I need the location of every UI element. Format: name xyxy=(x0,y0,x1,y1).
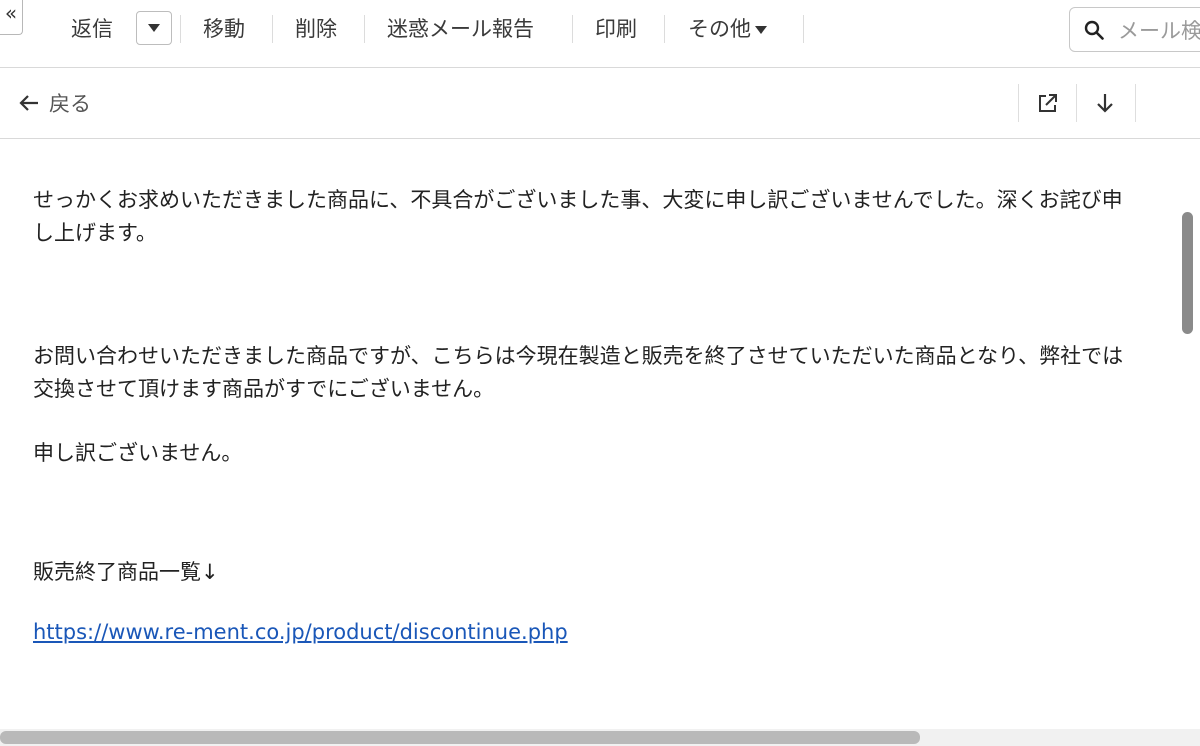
discontinued-list-heading: 販売終了商品一覧↓ xyxy=(33,560,219,584)
report-spam-button[interactable]: 迷惑メール報告 xyxy=(387,12,534,46)
toolbar-divider xyxy=(272,15,273,43)
toolbar-divider xyxy=(664,15,665,43)
subbar-divider xyxy=(1018,84,1019,122)
toolbar-divider xyxy=(572,15,573,43)
discontinued-products-link[interactable]: https://www.re-ment.co.jp/product/discon… xyxy=(33,620,568,644)
toolbar-divider xyxy=(803,15,804,43)
collapse-sidebar-button[interactable]: « xyxy=(0,0,23,35)
next-message-button[interactable] xyxy=(1090,88,1120,118)
horizontal-scrollbar-thumb[interactable] xyxy=(0,731,920,744)
external-link-icon xyxy=(1039,94,1057,112)
back-button[interactable]: 戻る xyxy=(18,86,91,120)
message-paragraph: 申し訳ございません。 xyxy=(33,441,243,465)
message-paragraph: せっかくお求めいただきました商品に、不具合がございました事、大変に申し訳ございま… xyxy=(33,188,1123,245)
delete-button[interactable]: 削除 xyxy=(295,12,337,46)
reply-options-dropdown[interactable] xyxy=(136,11,172,45)
reply-button[interactable]: 返信 xyxy=(71,12,113,46)
mail-search-box[interactable] xyxy=(1069,7,1200,52)
message-paragraph: お問い合わせいただきました商品ですが、こちらは今現在製造と販売を終了させていただ… xyxy=(33,344,1124,401)
arrow-left-icon xyxy=(19,95,38,111)
vertical-scrollbar-thumb[interactable] xyxy=(1182,212,1193,334)
back-label: 戻る xyxy=(49,92,91,116)
search-icon xyxy=(1084,20,1104,40)
subbar-divider xyxy=(1135,84,1136,122)
more-menu-button[interactable]: その他 xyxy=(688,12,767,46)
more-menu-label: その他 xyxy=(688,17,751,41)
double-chevron-left-icon: « xyxy=(4,1,18,25)
caret-down-icon xyxy=(755,26,767,34)
move-button[interactable]: 移動 xyxy=(203,12,245,46)
mail-search-input[interactable] xyxy=(1116,15,1200,47)
message-navigation-bar: 戻る xyxy=(0,68,1200,139)
subbar-divider xyxy=(1076,84,1077,122)
arrow-down-icon xyxy=(1097,94,1113,113)
print-button[interactable]: 印刷 xyxy=(595,12,637,46)
toolbar-divider xyxy=(364,15,365,43)
message-toolbar: « 返信 移動 削除 迷惑メール報告 印刷 その他 xyxy=(0,0,1200,68)
toolbar-divider xyxy=(180,15,181,43)
open-in-new-window-button[interactable] xyxy=(1033,88,1063,118)
caret-down-icon xyxy=(148,24,160,32)
